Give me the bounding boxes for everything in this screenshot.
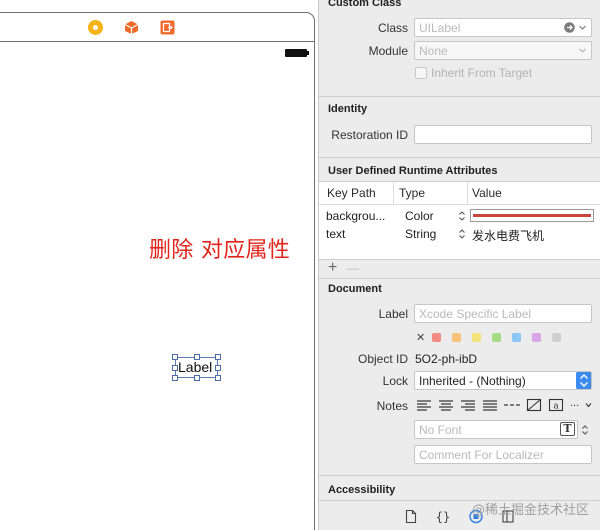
- label-color-blue[interactable]: [512, 333, 521, 342]
- resize-handle-tc[interactable]: [194, 354, 200, 360]
- lock-label: Lock: [382, 374, 408, 388]
- identity-title: Identity: [328, 103, 368, 115]
- inherit-checkbox[interactable]: [415, 67, 427, 79]
- column-divider: [393, 182, 394, 204]
- class-field[interactable]: UILabel: [414, 18, 592, 37]
- align-right-icon[interactable]: [458, 397, 478, 413]
- notes-more-button[interactable]: ...: [570, 397, 579, 409]
- value-cell[interactable]: 发水电费飞机: [472, 227, 544, 244]
- identity-inspector: Custom Class Class UILabel Module None I…: [318, 0, 600, 530]
- battery-icon: [285, 49, 309, 57]
- type-stepper-icon[interactable]: [458, 210, 466, 222]
- localizer-placeholder: Comment For Localizer: [419, 448, 544, 462]
- object-id-label: Object ID: [357, 352, 408, 366]
- resize-handle-tr[interactable]: [215, 354, 221, 360]
- class-label: Class: [377, 21, 408, 35]
- scene-dock: [0, 12, 315, 42]
- view-controller-frame: [0, 42, 315, 530]
- notes-format-toolbar: a ...: [414, 397, 594, 414]
- key-path-cell[interactable]: text: [326, 227, 345, 241]
- text-style-icon[interactable]: a: [546, 397, 566, 413]
- notes-label: Notes: [376, 399, 408, 413]
- object-id-value: 5O2-ph-ibD: [415, 352, 478, 366]
- remove-attribute-button[interactable]: —: [347, 261, 359, 275]
- divider: [319, 475, 600, 476]
- xcode-label-field[interactable]: Xcode Specific Label: [414, 304, 592, 323]
- lock-value: Inherited - (Nothing): [419, 374, 526, 388]
- font-size-stepper-icon[interactable]: [581, 424, 589, 436]
- resize-handle-bc[interactable]: [194, 375, 200, 381]
- chevron-down-icon[interactable]: [577, 22, 588, 33]
- svg-text:{}: {}: [436, 510, 450, 524]
- font-placeholder: No Font: [419, 423, 462, 437]
- font-field[interactable]: No Font T: [414, 420, 578, 439]
- watermark-text: @稀土掘金技术社区: [472, 503, 590, 518]
- module-label: Module: [368, 44, 408, 58]
- document-title: Document: [328, 283, 382, 295]
- inherit-label: Inherit From Target: [431, 66, 533, 80]
- label-color-purple[interactable]: [532, 333, 541, 342]
- divider: [319, 96, 600, 97]
- color-well[interactable]: [470, 209, 594, 222]
- chevron-down-icon[interactable]: [585, 402, 592, 408]
- clear-label-color-button[interactable]: ✕: [416, 331, 425, 344]
- type-cell[interactable]: String: [405, 227, 436, 241]
- class-value: UILabel: [419, 21, 461, 35]
- align-left-icon[interactable]: [414, 397, 434, 413]
- align-justify-icon[interactable]: [480, 397, 500, 413]
- column-divider: [467, 182, 468, 204]
- runtime-attributes-title: User Defined Runtime Attributes: [328, 165, 498, 177]
- lock-popup[interactable]: Inherited - (Nothing): [414, 371, 592, 390]
- resize-handle-mr[interactable]: [215, 365, 221, 371]
- label-color-orange[interactable]: [452, 333, 461, 342]
- chevron-down-icon[interactable]: [577, 45, 588, 56]
- module-value: None: [419, 44, 448, 58]
- add-attribute-button[interactable]: +: [328, 259, 337, 277]
- module-field[interactable]: None: [414, 41, 592, 60]
- popup-arrows-icon[interactable]: [576, 371, 592, 390]
- label-color-red[interactable]: [432, 333, 441, 342]
- storyboard-canvas[interactable]: 删除 对应属性 Label: [0, 0, 318, 530]
- braces-icon[interactable]: {}: [436, 509, 450, 524]
- accessibility-title: Accessibility: [328, 484, 396, 496]
- strikethrough-box-icon[interactable]: [524, 397, 544, 413]
- localizer-comment-field[interactable]: Comment For Localizer: [414, 445, 592, 464]
- resize-handle-tl[interactable]: [172, 354, 178, 360]
- divider: [319, 157, 600, 158]
- type-cell[interactable]: Color: [405, 209, 434, 223]
- label-view[interactable]: Label: [172, 354, 221, 381]
- restoration-id-field[interactable]: [414, 125, 592, 144]
- exit-icon[interactable]: [160, 20, 175, 35]
- first-responder-icon[interactable]: [88, 20, 103, 35]
- label-color-yellow[interactable]: [472, 333, 481, 342]
- svg-text:a: a: [553, 402, 559, 412]
- column-header-value[interactable]: Value: [472, 186, 502, 200]
- type-stepper-icon[interactable]: [458, 228, 466, 240]
- cube-icon[interactable]: [124, 20, 139, 35]
- restoration-id-label: Restoration ID: [331, 128, 408, 142]
- column-header-key-path[interactable]: Key Path: [327, 186, 376, 200]
- label-color-gray[interactable]: [552, 333, 561, 342]
- arrow-circle-icon[interactable]: [564, 22, 575, 33]
- column-header-type[interactable]: Type: [399, 186, 425, 200]
- runtime-attributes-table: Key Path Type Value backgrou... Color te…: [319, 181, 600, 260]
- resize-handle-ml[interactable]: [172, 365, 178, 371]
- header-divider: [319, 204, 600, 205]
- key-path-cell[interactable]: backgrou...: [326, 209, 385, 223]
- xcode-label-placeholder: Xcode Specific Label: [419, 307, 532, 321]
- resize-handle-bl[interactable]: [172, 375, 178, 381]
- file-icon[interactable]: [404, 509, 418, 524]
- font-picker-icon[interactable]: T: [560, 422, 575, 436]
- align-center-icon[interactable]: [436, 397, 456, 413]
- divider: [319, 278, 600, 279]
- custom-class-title: Custom Class: [328, 0, 402, 9]
- doc-label-label: Label: [378, 307, 408, 321]
- label-view-text: Label: [178, 359, 213, 375]
- annotation-text: 删除 对应属性: [149, 238, 291, 263]
- align-natural-icon[interactable]: [502, 397, 522, 413]
- resize-handle-br[interactable]: [215, 375, 221, 381]
- label-color-green[interactable]: [492, 333, 501, 342]
